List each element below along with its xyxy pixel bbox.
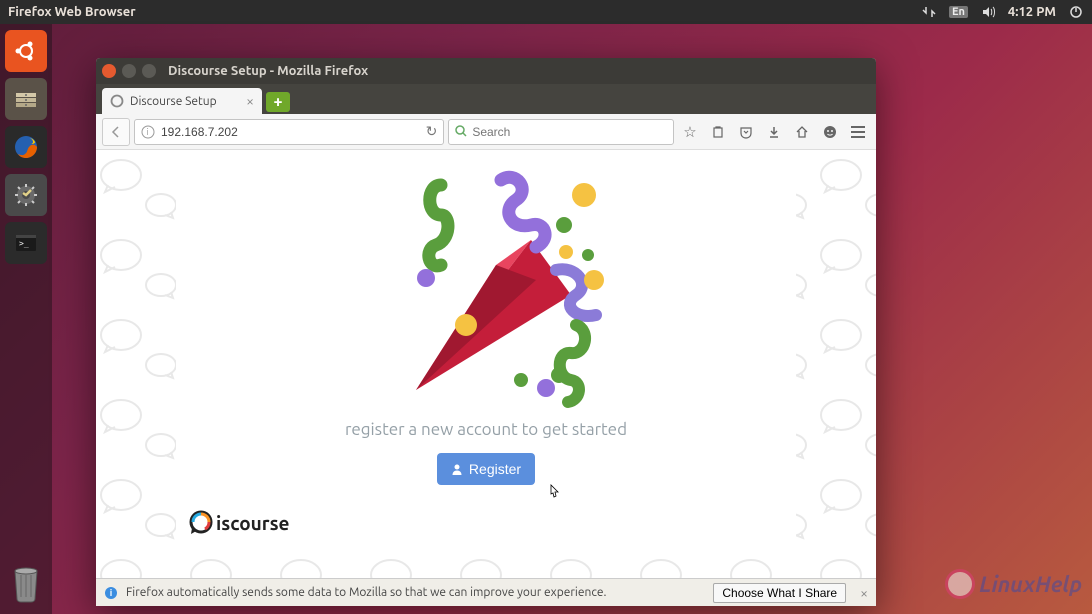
window-maximize-button[interactable] (142, 64, 156, 78)
volume-icon[interactable] (980, 4, 996, 20)
back-button[interactable] (102, 118, 130, 146)
subtitle-text: register a new account to get started (345, 420, 627, 439)
menu-button[interactable] (846, 120, 870, 144)
browser-tab[interactable]: Discourse Setup × (102, 88, 262, 114)
chevron-left-icon (109, 125, 123, 139)
search-engine-icon (455, 125, 468, 138)
hamburger-icon (851, 126, 865, 138)
bookmark-star-icon[interactable]: ☆ (678, 120, 702, 144)
launcher-dash[interactable] (5, 30, 47, 72)
keyboard-indicator[interactable]: En (949, 6, 968, 18)
discourse-logo-icon (188, 510, 214, 536)
discourse-brand: iscourse (188, 510, 289, 536)
launcher-files[interactable] (5, 78, 47, 120)
register-label: Register (469, 461, 521, 477)
window-titlebar[interactable]: Discourse Setup - Mozilla Firefox (96, 58, 876, 84)
watermark-text: LinuxHelp (979, 572, 1082, 597)
window-minimize-button[interactable] (122, 64, 136, 78)
info-circle-icon: i (104, 586, 118, 600)
power-icon[interactable] (1068, 4, 1084, 20)
main-card: register a new account to get started Re… (176, 150, 796, 548)
watermark: LinuxHelp (945, 569, 1082, 599)
svg-text:>_: >_ (19, 239, 29, 248)
network-icon[interactable] (921, 4, 937, 20)
launcher-trash[interactable] (5, 562, 47, 604)
firefox-window: Discourse Setup - Mozilla Firefox Discou… (96, 58, 876, 606)
cursor-pointer-icon (546, 484, 562, 500)
launcher-firefox[interactable] (5, 126, 47, 168)
svg-text:i: i (110, 588, 113, 598)
tab-close-icon[interactable]: × (246, 93, 254, 109)
new-tab-button[interactable]: + (266, 92, 290, 112)
search-bar[interactable] (448, 119, 674, 145)
tab-label: Discourse Setup (130, 95, 217, 108)
page-content: register a new account to get started Re… (96, 150, 876, 578)
reload-icon[interactable]: ↻ (426, 123, 438, 140)
browser-toolbar: i ↻ ☆ (96, 114, 876, 150)
system-top-bar: Firefox Web Browser En 4:12 PM (0, 0, 1092, 24)
app-title: Firefox Web Browser (8, 5, 136, 19)
pocket-icon[interactable] (734, 120, 758, 144)
feedback-icon[interactable] (818, 120, 842, 144)
window-title: Discourse Setup - Mozilla Firefox (168, 64, 368, 78)
url-bar[interactable]: i ↻ (134, 119, 444, 145)
party-popper-icon (356, 150, 616, 410)
infobar-close-icon[interactable]: × (860, 585, 868, 601)
window-close-button[interactable] (102, 64, 116, 78)
info-bar: i Firefox automatically sends some data … (96, 578, 876, 606)
info-icon[interactable]: i (141, 125, 155, 139)
launcher-terminal[interactable]: >_ (5, 222, 47, 264)
info-message: Firefox automatically sends some data to… (126, 586, 606, 599)
brand-text: iscourse (216, 512, 289, 534)
watermark-icon (945, 569, 975, 599)
library-icon[interactable] (706, 120, 730, 144)
tab-bar: Discourse Setup × + (96, 84, 876, 114)
search-input[interactable] (472, 125, 667, 139)
discourse-favicon (110, 94, 124, 108)
svg-text:i: i (147, 127, 149, 137)
unity-launcher: >_ (0, 24, 52, 614)
url-input[interactable] (161, 125, 420, 139)
user-icon (451, 463, 463, 475)
register-button[interactable]: Register (437, 453, 535, 485)
home-icon[interactable] (790, 120, 814, 144)
launcher-settings[interactable] (5, 174, 47, 216)
downloads-icon[interactable] (762, 120, 786, 144)
clock[interactable]: 4:12 PM (1008, 5, 1056, 19)
choose-share-button[interactable]: Choose What I Share (713, 583, 846, 603)
